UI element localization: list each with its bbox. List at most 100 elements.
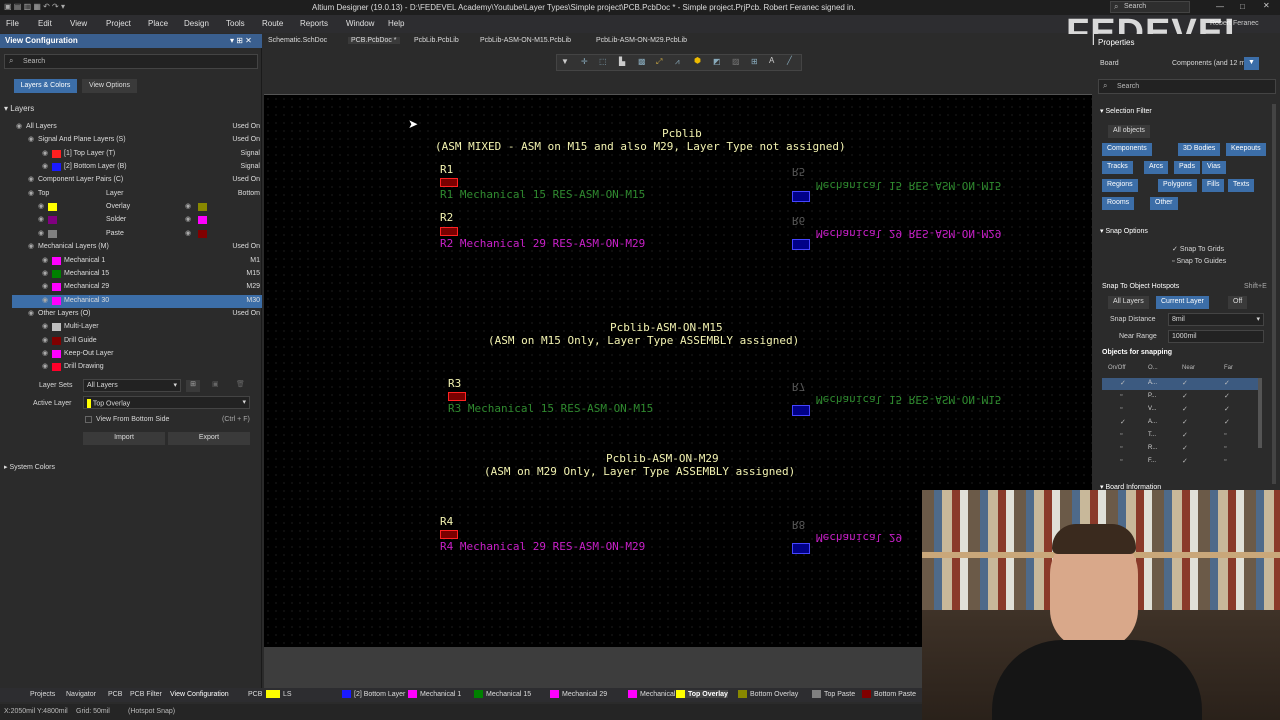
layer-color-swatch[interactable] — [52, 323, 61, 332]
eye-icon[interactable]: ◉ — [42, 349, 48, 357]
eye-icon[interactable]: ◉ — [42, 149, 48, 157]
track-icon[interactable]: ⤢ — [656, 57, 662, 67]
r1-designator[interactable]: R1 — [440, 163, 453, 176]
menu-reports[interactable]: Reports — [300, 19, 328, 28]
fill-icon[interactable]: ▩ — [638, 57, 646, 66]
filter-fills[interactable]: Fills — [1202, 179, 1225, 192]
layer-row[interactable]: ◉ Mechanical 15 M15 — [12, 268, 262, 281]
layer-sets-delete-icon[interactable]: 🗑 — [236, 380, 245, 388]
eye-icon[interactable]: ◉ — [38, 229, 44, 237]
snap-checkbox[interactable]: ▫ — [1224, 444, 1226, 451]
filter-rooms[interactable]: Rooms — [1102, 197, 1135, 210]
select-icon[interactable]: ⬚ — [599, 57, 607, 66]
filter-other[interactable]: Other — [1150, 197, 1178, 210]
filter-regions[interactable]: Regions — [1102, 179, 1138, 192]
snap-checkbox[interactable]: ✓ — [1224, 405, 1230, 413]
snap-distance-select[interactable]: 8mil ▾ — [1168, 313, 1264, 326]
layer-tab[interactable]: Top Overlay — [676, 690, 728, 698]
active-layer-select[interactable]: Top Overlay ▾ — [83, 396, 250, 409]
menu-tools[interactable]: Tools — [226, 19, 245, 28]
mirrored-footprint-1[interactable] — [792, 191, 810, 202]
mode-off[interactable]: Off — [1228, 296, 1248, 309]
layer-color-swatch[interactable] — [198, 203, 207, 212]
snap-guides-checkbox[interactable]: ▫ Snap To Guides — [1172, 258, 1226, 265]
eye-icon[interactable]: ◉ — [28, 189, 34, 197]
diff-pair-icon[interactable]: ⩘ — [675, 57, 680, 67]
layer-search-input[interactable]: ⌕ Search — [4, 54, 258, 69]
filter-icon[interactable]: ▼ — [561, 57, 569, 66]
mirrored-designator-1[interactable]: R5 — [792, 165, 805, 178]
layer-row[interactable]: ◉ Drill Drawing — [12, 361, 262, 374]
eye-icon[interactable]: ◉ — [42, 336, 48, 344]
layer-row[interactable]: ◉ Overlay ◉ — [12, 201, 262, 214]
tab-document[interactable]: PcbLib-ASM-ON-M15.PcbLib — [480, 37, 571, 44]
layer-row[interactable]: ◉ [1] Top Layer (T) Signal — [12, 148, 262, 161]
snap-object-row[interactable]: A... ✓ ✓ ✓ — [1102, 378, 1258, 390]
mirrored-designator-2[interactable]: R6 — [792, 214, 805, 227]
menu-route[interactable]: Route — [262, 19, 283, 28]
snap-checkbox[interactable]: ▫ — [1120, 457, 1122, 464]
mirrored-designator-3[interactable]: R7 — [792, 380, 805, 393]
snap-checkbox[interactable]: ✓ — [1182, 431, 1188, 439]
layer-color-swatch[interactable] — [52, 269, 61, 278]
eye-icon[interactable]: ◉ — [28, 309, 34, 317]
layer-row[interactable]: ◉ All Layers Used On — [12, 121, 262, 134]
layer-tab[interactable]: Mechanical 29 — [550, 690, 607, 698]
layer-row[interactable]: ◉ Drill Guide — [12, 335, 262, 348]
eye-icon[interactable]: ◉ — [16, 122, 22, 130]
text-icon[interactable]: A — [769, 56, 774, 65]
layer-tab[interactable]: Bottom Paste — [862, 690, 916, 698]
all-objects-button[interactable]: All objects — [1108, 125, 1150, 138]
snap-checkbox[interactable]: ✓ — [1182, 418, 1188, 426]
menu-project[interactable]: Project — [106, 19, 131, 28]
snap-object-row[interactable]: F... ▫ ✓ ▫ — [1102, 456, 1258, 468]
snap-checkbox[interactable]: ✓ — [1224, 418, 1230, 426]
layer-row[interactable]: ◉ Component Layer Pairs (C) Used On — [12, 174, 262, 187]
layer-sets-save-icon[interactable]: ⊞ — [186, 380, 200, 392]
layer-tab[interactable]: Bottom Overlay — [738, 690, 798, 698]
menu-design[interactable]: Design — [184, 19, 209, 28]
dimension-icon[interactable]: ⊞ — [751, 57, 758, 66]
r3-mech-text[interactable]: R3 Mechanical 15 RES-ASM-ON-M15 — [448, 402, 653, 415]
mirrored-mech-text-3[interactable]: Mechanical 15 RES-ASM-ON-M15 — [816, 393, 1001, 406]
snap-checkbox[interactable]: ✓ — [1120, 418, 1126, 426]
keepout-icon[interactable]: ▨ — [732, 57, 740, 66]
system-colors-header[interactable]: ▸ System Colors — [4, 463, 55, 471]
layer-row[interactable]: ◉ Mechanical 29 M29 — [12, 281, 262, 294]
polygon-icon[interactable]: ◩ — [713, 57, 721, 66]
layer-color-swatch[interactable] — [52, 283, 61, 292]
layer-row[interactable]: ◉ Paste ◉ — [12, 228, 262, 241]
r4-designator[interactable]: R4 — [440, 515, 453, 528]
r4-footprint[interactable] — [440, 530, 458, 539]
snap-scrollbar[interactable] — [1258, 378, 1262, 448]
pad-icon[interactable]: ⬢ — [694, 56, 701, 65]
panel-tab[interactable]: View Configuration — [170, 691, 229, 698]
eye-icon[interactable]: ◉ — [38, 215, 44, 223]
layer-tab[interactable]: Mechanical 1 — [408, 690, 461, 698]
layer-row[interactable]: ◉ Mechanical Layers (M) Used On — [12, 241, 262, 254]
import-button[interactable]: Import — [83, 432, 165, 445]
snap-object-row[interactable]: R... ▫ ✓ ▫ — [1102, 443, 1258, 455]
filter-keepouts[interactable]: Keepouts — [1226, 143, 1266, 156]
layer-tab[interactable]: [2] Bottom Layer — [342, 690, 405, 698]
near-range-input[interactable]: 1000mil — [1168, 330, 1264, 343]
filter-tracks[interactable]: Tracks — [1102, 161, 1133, 174]
properties-search[interactable]: ⌕ Search — [1098, 79, 1276, 94]
snap-grids-checkbox[interactable]: ✓ Snap To Grids — [1172, 245, 1224, 253]
layer-color-swatch[interactable] — [52, 336, 61, 345]
layer-row[interactable]: ◉ Mechanical 30 M30 — [12, 294, 262, 308]
mirrored-footprint-2[interactable] — [792, 239, 810, 250]
layer-row[interactable]: ◉ Mechanical 1 M1 — [12, 255, 262, 268]
mirrored-designator-4[interactable]: R8 — [792, 518, 805, 531]
eye-icon[interactable]: ◉ — [185, 215, 191, 223]
eye-icon[interactable]: ◉ — [185, 202, 191, 210]
snap-checkbox[interactable]: ✓ — [1182, 405, 1188, 413]
filter-3d-bodies[interactable]: 3D Bodies — [1178, 143, 1221, 156]
maximize-button[interactable]: □ — [1240, 2, 1245, 11]
eye-icon[interactable]: ◉ — [28, 135, 34, 143]
layer-color-swatch[interactable] — [52, 296, 61, 305]
layer-row[interactable]: ◉ Keep-Out Layer — [12, 348, 262, 361]
snap-checkbox[interactable]: ✓ — [1224, 392, 1230, 400]
snap-checkbox[interactable]: ✓ — [1182, 379, 1188, 387]
line-icon[interactable]: ╱ — [787, 56, 792, 65]
